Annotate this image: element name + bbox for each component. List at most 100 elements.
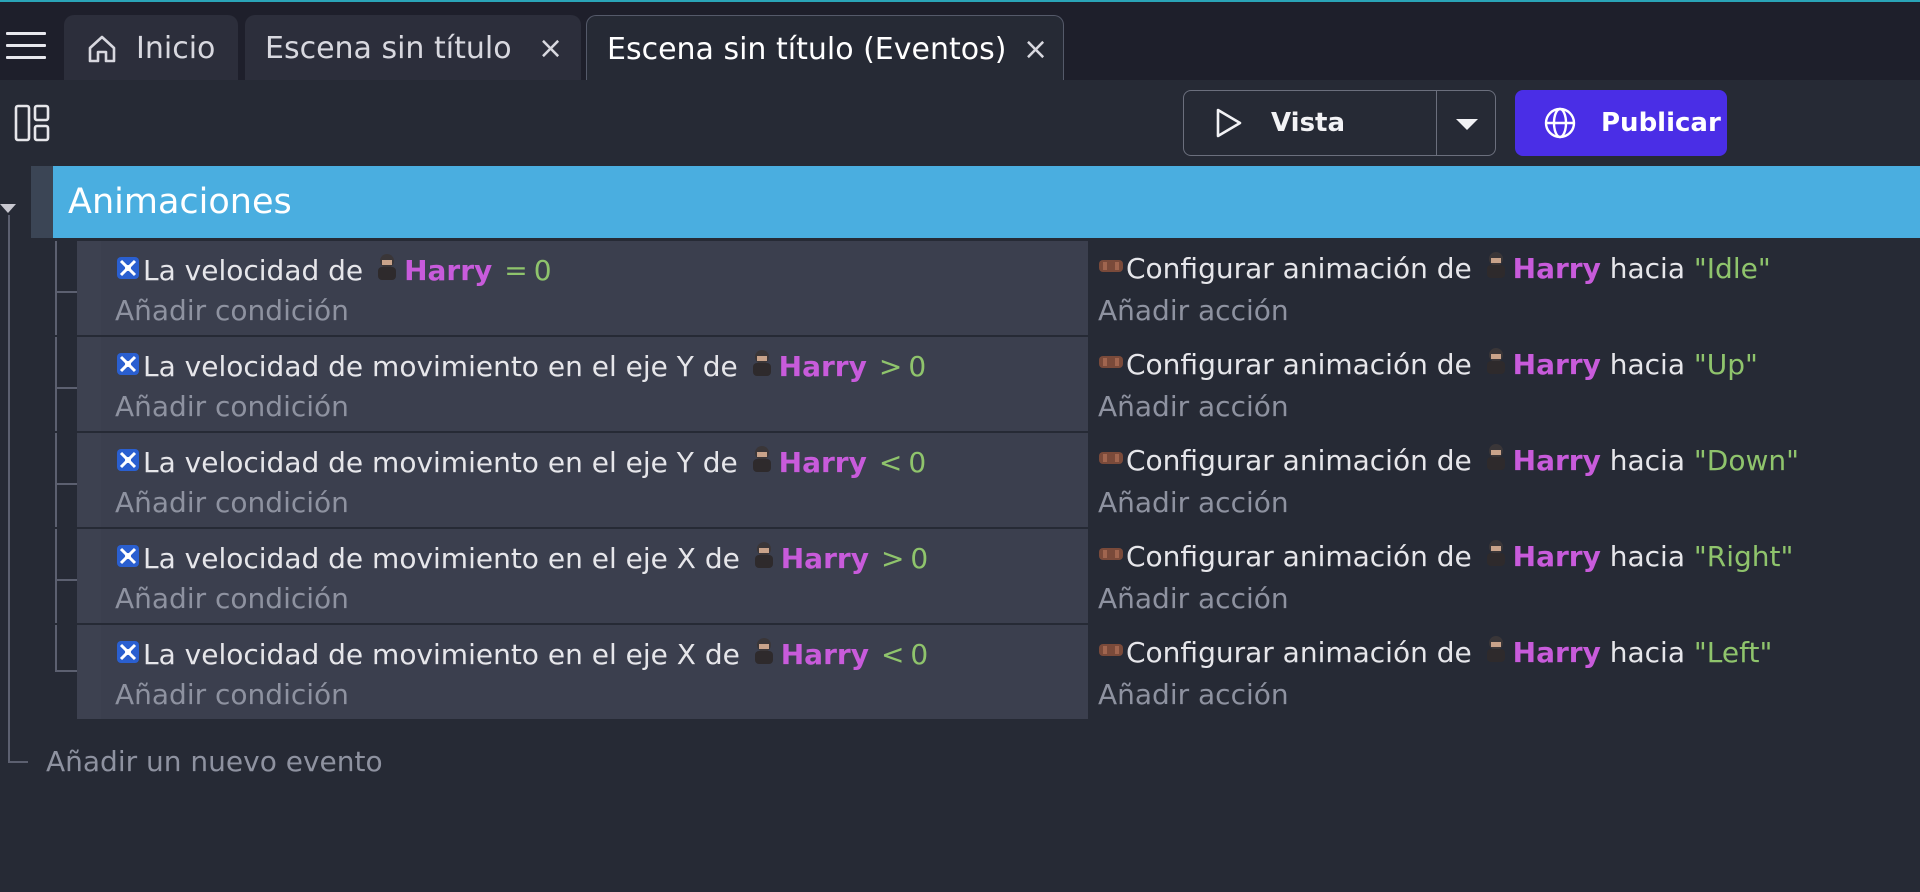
group-drag-handle[interactable] [31,166,53,238]
caret-down-icon [1456,119,1478,130]
movement-arrows-icon [115,540,141,580]
collapse-toggle-icon[interactable] [0,204,16,213]
harry-sprite-icon [747,444,777,485]
tab-bar: Inicio Escena sin título × Escena sin tí… [0,0,1920,82]
condition[interactable]: La velocidad de movimiento en el eje Y d… [115,443,926,485]
animation-strip-icon [1098,346,1124,386]
value: 0 [533,254,552,287]
conditions-panel: La velocidad de movimiento en el eje X d… [101,529,1088,623]
add-action-button[interactable]: Añadir acción [1098,387,1289,427]
tree-connector [55,670,77,672]
conditions-panel: La velocidad de Harry = 0 Añadir condición [101,241,1088,335]
event-drag-handle[interactable] [77,241,101,335]
condition[interactable]: La velocidad de movimiento en el eje Y d… [115,347,926,389]
add-action-button[interactable]: Añadir acción [1098,579,1289,619]
preview-dropdown-button[interactable] [1437,91,1495,155]
tree-connector [55,579,77,581]
publish-label: Publicar [1601,108,1721,138]
operator: > [878,350,903,383]
preview-button[interactable]: Vista previa [1184,91,1436,202]
value: 0 [908,350,927,383]
event-row: La velocidad de movimiento en el eje Y d… [55,337,1920,431]
group-title: Animaciones [68,182,292,222]
action[interactable]: Configurar animación de Harry hacia "Rig… [1098,537,1793,579]
action[interactable]: Configurar animación de Harry hacia "Lef… [1098,633,1772,675]
harry-sprite-icon [372,252,402,293]
action-text: Configurar animación de [1126,540,1472,573]
tab-scene[interactable]: Escena sin título × [245,15,581,82]
close-icon[interactable]: × [1023,16,1048,83]
tab-scene-events[interactable]: Escena sin título (Eventos) × [586,15,1064,82]
event-group-header[interactable]: Animaciones [31,166,1920,238]
action-text: Configurar animación de [1126,636,1472,669]
tree-connector [55,387,77,389]
globe-icon [1544,107,1576,139]
conditions-panel: La velocidad de movimiento en el eje Y d… [101,433,1088,527]
action[interactable]: Configurar animación de Harry hacia "Up" [1098,345,1758,387]
value: "Idle" [1693,252,1771,285]
add-action-button[interactable]: Añadir acción [1098,483,1289,523]
harry-sprite-icon [1481,538,1511,579]
value: 0 [910,638,929,671]
object-name: Harry [780,542,869,575]
event-row: La velocidad de movimiento en el eje X d… [55,625,1920,719]
add-condition-button[interactable]: Añadir condición [115,675,349,715]
add-condition-button[interactable]: Añadir condición [115,483,349,523]
layout-panels-icon[interactable] [14,104,52,142]
publish-button[interactable]: Publicar [1515,90,1727,156]
tree-connector [55,291,77,293]
animation-strip-icon [1098,442,1124,482]
tab-home[interactable]: Inicio [64,15,238,82]
event-row: La velocidad de movimiento en el eje X d… [55,529,1920,623]
close-icon[interactable]: × [538,15,563,82]
event-row: La velocidad de Harry = 0 Añadir condición… [55,241,1920,335]
action-text: Configurar animación de [1126,348,1472,381]
harry-sprite-icon [1481,442,1511,483]
value: "Up" [1693,348,1758,381]
animation-strip-icon [1098,634,1124,674]
object-name: Harry [404,254,493,287]
event-drag-handle[interactable] [77,625,101,719]
operator: = [504,254,528,287]
add-action-button[interactable]: Añadir acción [1098,291,1289,331]
actions-panel: Configurar animación de Harry hacia "Lef… [1088,625,1920,719]
add-condition-button[interactable]: Añadir condición [115,387,349,427]
condition[interactable]: La velocidad de movimiento en el eje X d… [115,635,928,677]
harry-sprite-icon [1481,634,1511,675]
operator: < [878,446,903,479]
tree-connector [55,241,57,335]
tree-line [8,215,10,763]
movement-arrows-icon [115,348,141,388]
add-condition-button[interactable]: Añadir condición [115,291,349,331]
object-name: Harry [780,638,869,671]
event-drag-handle[interactable] [77,337,101,431]
object-name: Harry [1512,636,1601,669]
hamburger-menu-icon[interactable] [6,32,46,62]
condition[interactable]: La velocidad de movimiento en el eje X d… [115,539,928,581]
condition-text: La velocidad de movimiento en el eje Y d… [143,350,738,383]
object-name: Harry [1512,348,1601,381]
value: "Left" [1693,636,1773,669]
add-action-button[interactable]: Añadir acción [1098,675,1289,715]
harry-sprite-icon [749,540,779,581]
condition-text: La velocidad de movimiento en el eje Y d… [143,446,738,479]
event-drag-handle[interactable] [77,529,101,623]
tree-connector [55,529,57,623]
action-connector: hacia [1609,348,1685,381]
preview-button-group: Vista previa [1183,90,1496,202]
value: 0 [908,446,927,479]
tab-home-label: Inicio [136,31,216,66]
object-name: Harry [778,350,867,383]
conditions-panel: La velocidad de movimiento en el eje X d… [101,625,1088,719]
action[interactable]: Configurar animación de Harry hacia "Idl… [1098,249,1771,291]
harry-sprite-icon [749,636,779,677]
add-new-event-button[interactable]: Añadir un nuevo evento [46,744,383,780]
event-drag-handle[interactable] [77,433,101,527]
add-condition-button[interactable]: Añadir condición [115,579,349,619]
action-connector: hacia [1609,540,1685,573]
condition[interactable]: La velocidad de Harry = 0 [115,251,552,293]
movement-arrows-icon [115,444,141,484]
action[interactable]: Configurar animación de Harry hacia "Dow… [1098,441,1799,483]
actions-panel: Configurar animación de Harry hacia "Idl… [1088,241,1920,335]
condition-text: La velocidad de movimiento en el eje X d… [143,638,740,671]
